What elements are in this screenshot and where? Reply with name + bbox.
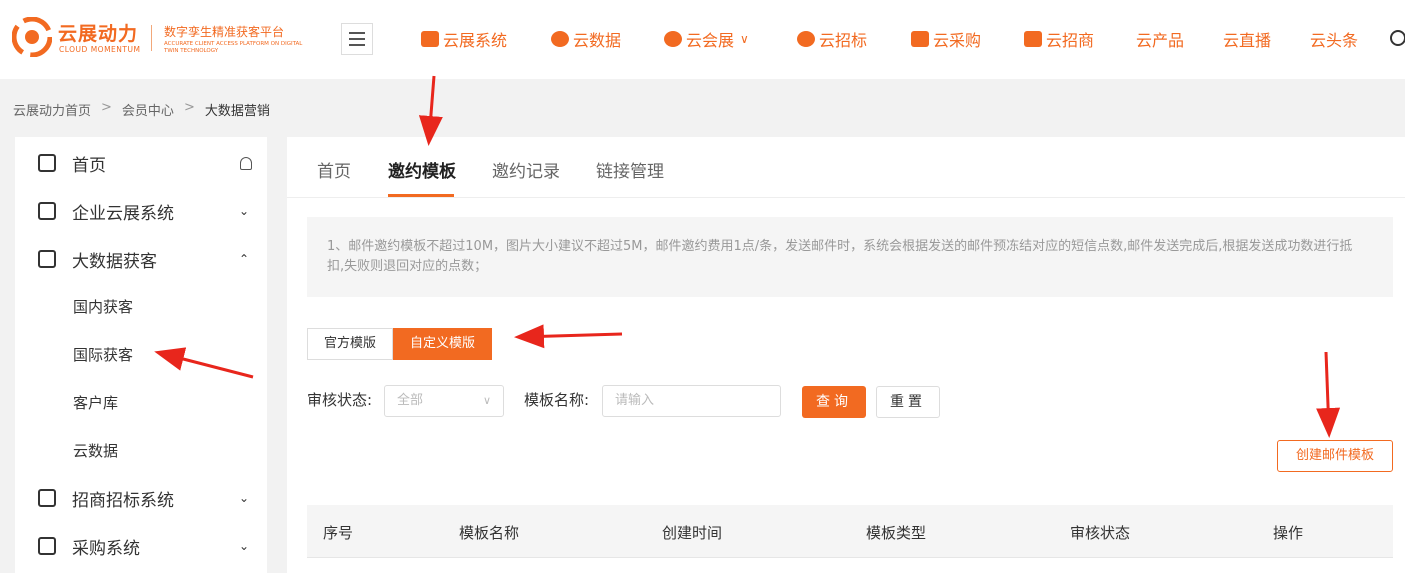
search-icon[interactable]: [1390, 30, 1405, 46]
col-review-status: 审核状态: [1070, 524, 1131, 542]
active-tab-indicator: [388, 194, 454, 197]
nav-label: 云数据: [573, 31, 622, 50]
status-select-value: 全部: [397, 393, 424, 408]
sidebar-sub-international[interactable]: 国际获客: [73, 344, 133, 365]
custom-template-option[interactable]: 自定义模版: [393, 328, 493, 360]
nav-label: 云采购: [933, 31, 982, 50]
top-header: 云展动力 CLOUD MOMENTUM 数字孪生精准获客平台 ACCURATE …: [0, 0, 1405, 79]
nav-label: 云招标: [819, 31, 868, 50]
nav-label: 云产品: [1136, 31, 1185, 50]
sidebar-sub-customers[interactable]: 客户库: [73, 392, 118, 413]
chevron-down-icon: ∨: [482, 394, 491, 407]
breadcrumb-separator: >: [101, 100, 112, 115]
sidebar-item-bidding[interactable]: 招商招标系统 ⌄: [15, 474, 267, 522]
logo-divider: [151, 25, 152, 51]
breadcrumb-current: 大数据营销: [204, 104, 270, 119]
nav-item-bidding[interactable]: 云招标: [797, 27, 867, 51]
tab-home[interactable]: 首页: [317, 157, 351, 182]
query-button[interactable]: 查询: [802, 386, 866, 418]
brand-logo-icon[interactable]: [12, 17, 52, 57]
tab-invite-record[interactable]: 邀约记录: [492, 157, 560, 182]
chevron-down-icon: ⌄: [239, 204, 250, 218]
menu-toggle-button[interactable]: [341, 23, 373, 55]
nav-item-data[interactable]: 云数据: [551, 27, 621, 51]
nav-label: 云展系统: [443, 31, 508, 50]
sidebar-item-label: 大数据获客: [72, 251, 157, 272]
table-header: 序号 模板名称 创建时间 模板类型 审核状态 操作: [307, 505, 1393, 558]
nav-item-headline[interactable]: 云头条: [1310, 27, 1358, 51]
brand-name[interactable]: 云展动力: [58, 19, 138, 46]
target-icon: [797, 31, 815, 47]
create-email-template-button[interactable]: 创建邮件模板: [1277, 440, 1393, 472]
sidebar-item-enterprise[interactable]: 企业云展系统 ⌄: [15, 187, 267, 235]
sidebar-item-bigdata[interactable]: 大数据获客 ⌃: [15, 235, 267, 283]
breadcrumb-separator: >: [183, 100, 195, 115]
col-created-time: 创建时间: [662, 524, 723, 542]
sidebar-item-home[interactable]: 首页: [15, 139, 267, 187]
brand-slogan-en: ACCURATE CLIENT ACCESS PLATFORM ON DIGIT…: [164, 41, 303, 54]
chevron-down-icon: ⌄: [239, 539, 250, 553]
nav-item-live[interactable]: 云直播: [1223, 27, 1271, 51]
col-template-type: 模板类型: [866, 524, 927, 542]
sidebar-item-label: 招商招标系统: [72, 490, 174, 511]
bell-icon[interactable]: [240, 156, 252, 170]
handshake-icon: [38, 489, 56, 507]
nav-item-expo[interactable]: 云会展 ∨: [664, 27, 749, 51]
sidebar-sub-clouddata[interactable]: 云数据: [73, 440, 118, 461]
nav-label: 云头条: [1310, 31, 1359, 50]
nav-item-investment[interactable]: 云招商: [1024, 27, 1094, 51]
nav-item-product[interactable]: 云产品: [1136, 27, 1184, 51]
sidebar-sub-domestic[interactable]: 国内获客: [73, 296, 133, 317]
reset-button[interactable]: 重置: [876, 386, 940, 418]
tab-invite-template[interactable]: 邀约模板: [388, 157, 456, 182]
brand-slogan: 数字孪生精准获客平台: [164, 25, 285, 39]
sidebar-item-label: 企业云展系统: [72, 203, 174, 224]
chevron-down-icon: ⌄: [239, 491, 250, 505]
breadcrumb-member[interactable]: 会员中心: [122, 100, 174, 119]
breadcrumb: 云展动力首页 > 会员中心 > 大数据营销: [13, 100, 270, 119]
chart-icon: [421, 31, 439, 47]
bank-icon: [38, 537, 56, 555]
nav-label: 云直播: [1223, 31, 1272, 50]
tab-bar: 首页 邀约模板 邀约记录 链接管理: [287, 137, 1405, 198]
bag-icon: [911, 31, 929, 47]
breadcrumb-home[interactable]: 云展动力首页: [13, 100, 91, 119]
arrow-to-invite-tab: [418, 75, 443, 146]
col-index: 序号: [323, 524, 354, 542]
official-template-option[interactable]: 官方模版: [307, 328, 394, 360]
network-icon: [38, 250, 56, 268]
building-icon: [38, 202, 56, 220]
sidebar: 首页 企业云展系统 ⌄ 大数据获客 ⌃ 国内获客 国际获客 客户库 云数据 招商…: [15, 137, 267, 573]
chevron-down-icon: ∨: [740, 32, 749, 46]
user-icon: [664, 31, 682, 47]
notice-box: 1、邮件邀约模板不超过10M，图片大小建议不超过5M，邮件邀约费用1点/条，发送…: [307, 217, 1393, 297]
cloud-icon: [551, 31, 569, 47]
name-filter-label: 模板名称:: [524, 391, 590, 409]
sidebar-item-purchase[interactable]: 采购系统 ⌄: [15, 522, 267, 570]
store-icon: [1024, 31, 1042, 47]
template-name-input[interactable]: 请输入: [602, 385, 781, 417]
nav-label: 云会展: [686, 31, 735, 50]
main-panel: 首页 邀约模板 邀约记录 链接管理 1、邮件邀约模板不超过10M，图片大小建议不…: [287, 137, 1405, 573]
brand-name-en: CLOUD MOMENTUM: [59, 45, 141, 54]
template-toggle: 官方模版 自定义模版: [307, 328, 493, 360]
col-template-name: 模板名称: [459, 524, 520, 542]
nav-item-yunzhan[interactable]: 云展系统: [421, 27, 507, 51]
nav-label: 云招商: [1046, 31, 1095, 50]
chevron-up-icon: ⌃: [239, 252, 250, 266]
status-select[interactable]: 全部 ∨: [384, 385, 504, 417]
home-icon: [38, 154, 56, 172]
tab-link-manage[interactable]: 链接管理: [596, 157, 664, 182]
sidebar-item-label: 首页: [72, 155, 106, 176]
sidebar-item-label: 采购系统: [72, 538, 140, 559]
col-actions: 操作: [1273, 524, 1304, 542]
status-filter-label: 审核状态:: [307, 391, 373, 409]
nav-item-purchase[interactable]: 云采购: [911, 27, 981, 51]
